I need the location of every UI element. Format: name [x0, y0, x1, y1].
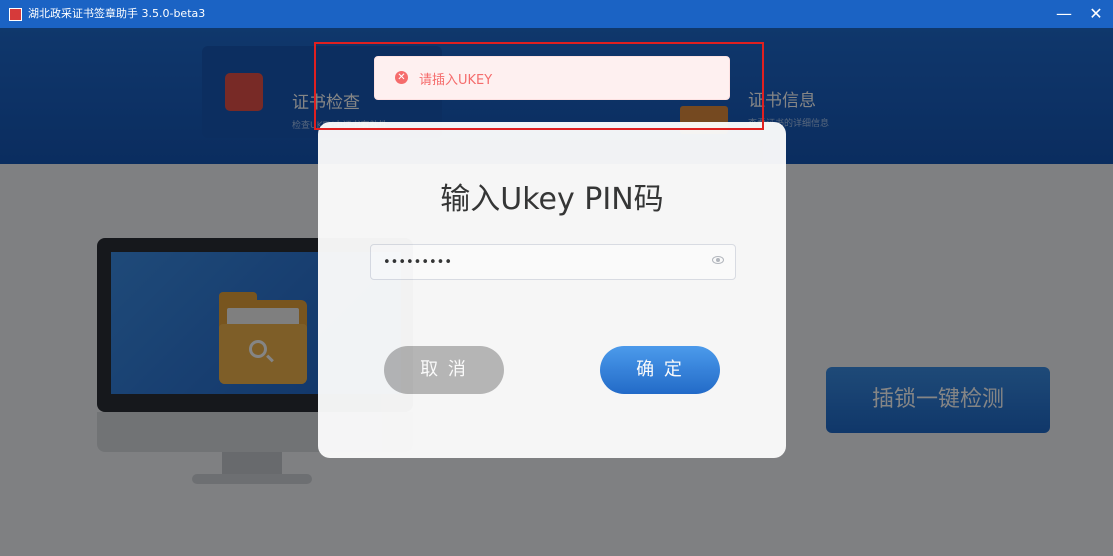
eye-icon[interactable]: [712, 256, 724, 264]
pin-input[interactable]: [370, 244, 736, 280]
window-title: 湖北政采证书签章助手 3.5.0-beta3: [28, 7, 206, 20]
dialog-title: 输入Ukey PIN码: [440, 182, 664, 217]
annotation-highlight-box: [314, 42, 764, 130]
confirm-button[interactable]: 确 定: [600, 346, 720, 394]
minimize-button[interactable]: —: [1052, 2, 1076, 26]
close-button[interactable]: ✕: [1084, 2, 1108, 26]
cancel-button[interactable]: 取 消: [384, 346, 504, 394]
pin-dialog: 输入Ukey PIN码 取 消 确 定: [318, 122, 786, 458]
app-icon: [9, 8, 22, 21]
title-bar: 湖北政采证书签章助手 3.5.0-beta3 — ✕: [0, 0, 1113, 28]
